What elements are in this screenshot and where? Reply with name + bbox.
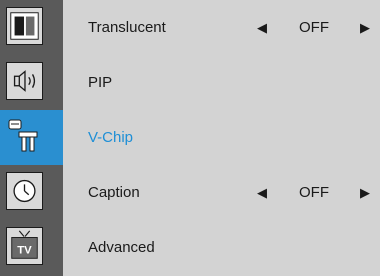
category-icon-bar: TV [0,0,63,276]
left-arrow-icon[interactable]: ◀ [257,0,267,55]
left-arrow-icon[interactable]: ◀ [257,165,267,220]
picture-frame-icon [6,7,43,45]
category-picture[interactable] [0,0,63,55]
menu-item-translucent[interactable]: Translucent ◀ OFF ▶ [63,0,380,55]
clock-icon [6,172,43,210]
menu-item-v-chip[interactable]: V-Chip [63,110,380,165]
speaker-icon [6,62,43,100]
setup-menu: Translucent ◀ OFF ▶ PIP V-Chip Caption ◀… [63,0,380,276]
menu-item-advanced[interactable]: Advanced [63,220,380,275]
menu-item-caption[interactable]: Caption ◀ OFF ▶ [63,165,380,220]
menu-item-label: PIP [88,74,113,91]
menu-item-pip[interactable]: PIP [63,55,380,110]
category-setup[interactable] [0,110,63,165]
osd-menu-screen: TV Translucent ◀ OFF ▶ PIP V-Chip Captio… [0,0,380,276]
menu-item-value: OFF [299,184,329,201]
tv-icon: TV [6,227,43,265]
right-arrow-icon[interactable]: ▶ [360,0,370,55]
tools-icon [6,117,43,155]
menu-item-label: V-Chip [88,129,134,146]
category-sound[interactable] [0,55,63,110]
menu-item-label: Translucent [88,19,166,36]
menu-item-label: Caption [88,184,140,201]
menu-item-value: OFF [299,19,329,36]
category-tv[interactable]: TV [0,220,63,275]
right-arrow-icon[interactable]: ▶ [360,165,370,220]
category-time[interactable] [0,165,63,220]
tv-icon-text: TV [17,245,32,257]
menu-item-label: Advanced [88,239,155,256]
